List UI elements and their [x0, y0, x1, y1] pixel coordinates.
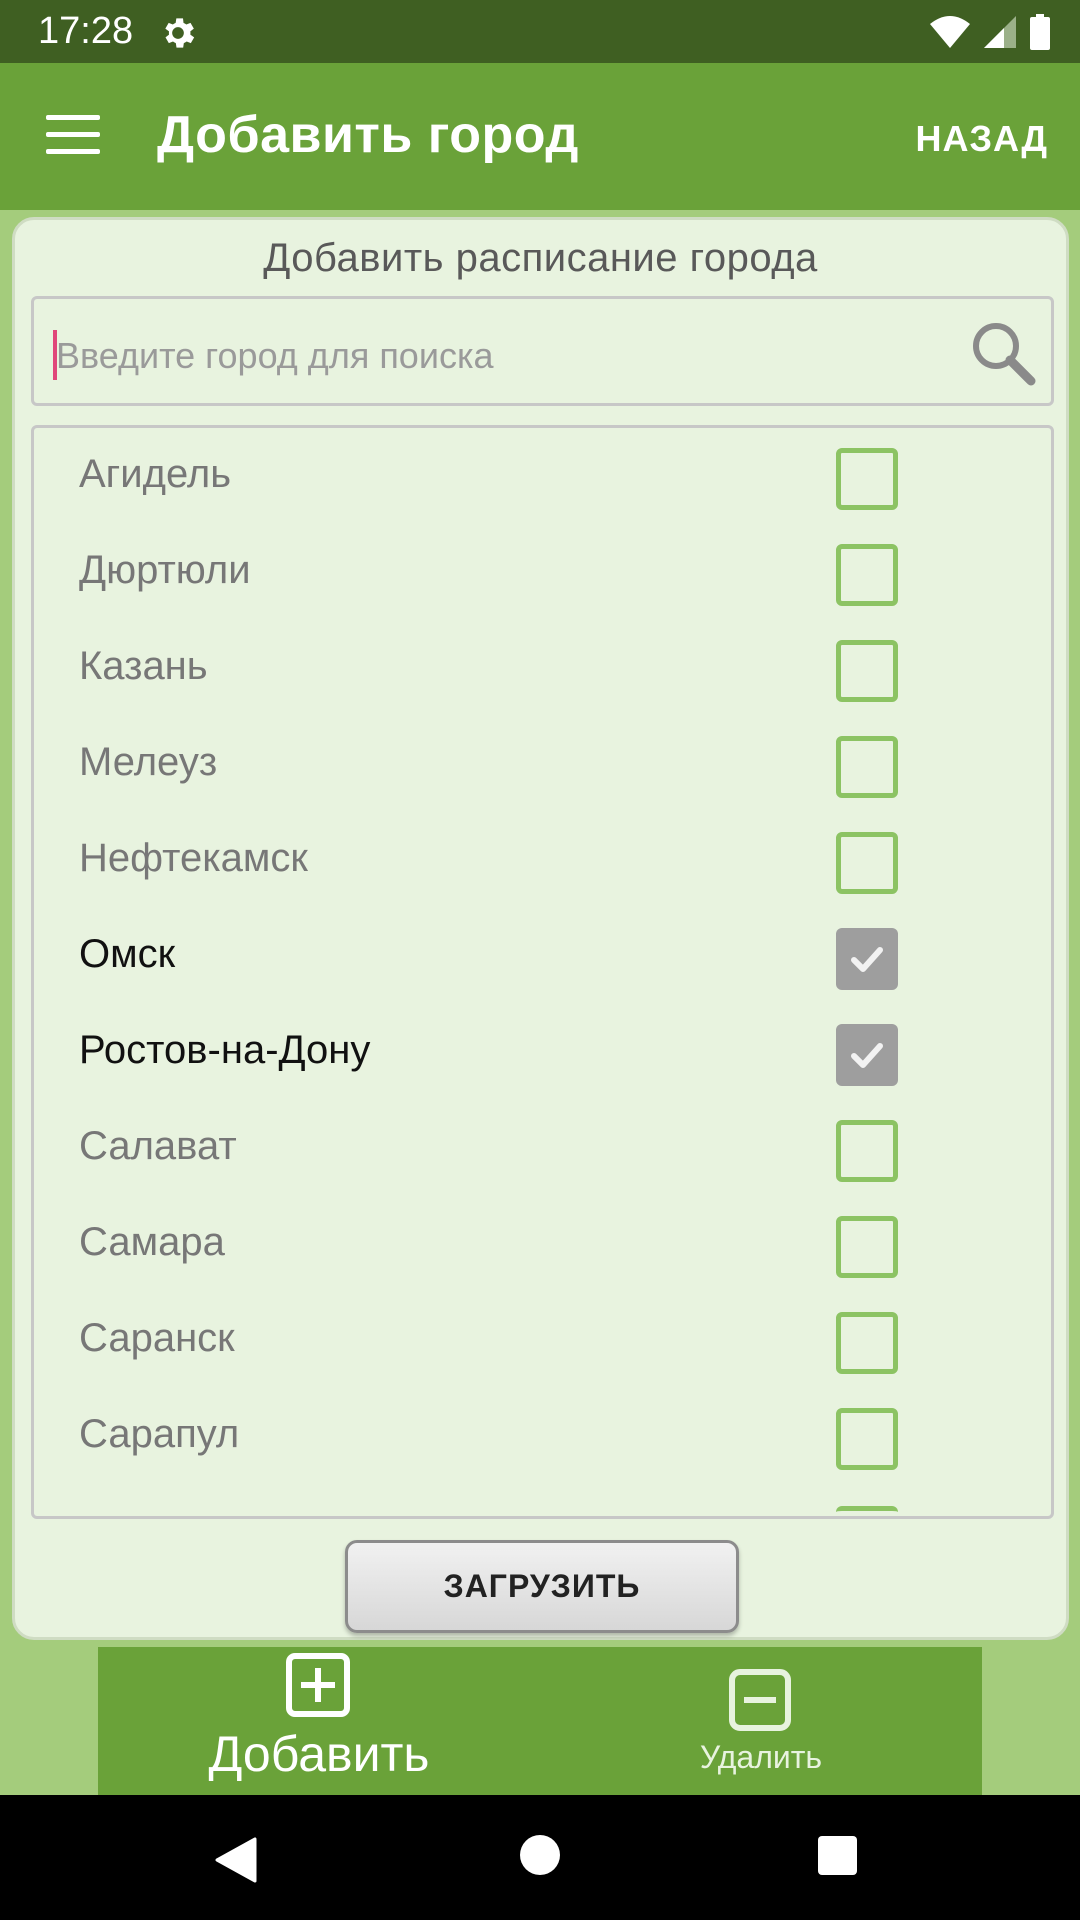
home-circle-icon[interactable] — [520, 1835, 560, 1875]
bottom-nav: Добавить Удалить — [98, 1647, 982, 1795]
remove-box-icon — [729, 1669, 791, 1731]
checkmark-icon — [851, 1043, 883, 1068]
app-bar: Добавить город НАЗАД — [0, 63, 1080, 210]
system-nav-bar — [0, 1795, 1080, 1920]
city-checkbox[interactable] — [836, 1216, 898, 1278]
city-checkbox[interactable] — [836, 736, 898, 798]
list-item[interactable]: Казань — [34, 620, 1051, 716]
back-triangle-icon[interactable] — [215, 1837, 257, 1883]
wifi-icon — [930, 16, 970, 48]
city-checkbox-checked[interactable] — [836, 1024, 898, 1086]
city-checkbox[interactable] — [836, 1312, 898, 1374]
list-item[interactable]: Агидель — [34, 428, 1051, 524]
city-checkbox[interactable] — [836, 544, 898, 606]
hamburger-menu-icon[interactable] — [46, 115, 100, 155]
city-checkbox[interactable] — [836, 1408, 898, 1470]
search-input[interactable]: Введите город для поиска — [31, 296, 1054, 406]
nav-add-button[interactable]: Добавить — [98, 1647, 540, 1795]
nav-delete-button[interactable]: Удалить — [540, 1647, 982, 1795]
city-name: Ростов-на-Дону — [79, 1028, 371, 1072]
add-city-card: Добавить расписание города Введите город… — [12, 217, 1069, 1640]
city-name: Казань — [79, 644, 208, 688]
list-item[interactable]: Саранск — [34, 1292, 1051, 1388]
page-title: Добавить город — [157, 106, 579, 164]
gear-icon — [165, 18, 195, 48]
city-name: Нефтекамск — [79, 836, 308, 880]
search-placeholder: Введите город для поиска — [56, 335, 494, 376]
city-name: Самара — [79, 1220, 225, 1264]
list-item[interactable]: Сарапул — [34, 1388, 1051, 1484]
city-name: Мелеуз — [79, 740, 218, 784]
checkmark-icon — [851, 947, 883, 972]
status-bar: 17:28 — [0, 0, 1080, 63]
city-checkbox[interactable] — [836, 640, 898, 702]
city-name: Дюртюли — [79, 548, 251, 592]
city-checkbox[interactable] — [836, 448, 898, 510]
next-checkbox-partial[interactable] — [836, 1506, 898, 1516]
city-name: Салават — [79, 1124, 237, 1168]
card-title: Добавить расписание города — [263, 236, 818, 280]
search-icon[interactable] — [969, 319, 1037, 387]
status-time: 17:28 — [38, 10, 134, 52]
battery-icon — [1030, 14, 1050, 50]
city-name: Омск — [79, 932, 176, 976]
city-checkbox-checked[interactable] — [836, 928, 898, 990]
city-checkbox[interactable] — [836, 832, 898, 894]
add-box-icon — [286, 1653, 350, 1717]
list-item[interactable]: Ростов-на-Дону — [34, 1004, 1051, 1100]
city-checkbox[interactable] — [836, 1120, 898, 1182]
list-item[interactable]: Самара — [34, 1196, 1051, 1292]
list-item[interactable]: Салават — [34, 1100, 1051, 1196]
list-item[interactable]: Дюртюли — [34, 524, 1051, 620]
city-name: Саранск — [79, 1316, 235, 1360]
nav-delete-label: Удалить — [699, 1739, 823, 1775]
city-name: Сарапул — [79, 1412, 240, 1456]
signal-icon — [984, 16, 1016, 48]
back-button[interactable]: НАЗАД — [915, 118, 1048, 160]
nav-add-label: Добавить — [208, 1726, 430, 1782]
list-item[interactable]: Мелеуз — [34, 716, 1051, 812]
list-item[interactable]: Омск — [34, 908, 1051, 1004]
list-item[interactable]: Нефтекамск — [34, 812, 1051, 908]
status-icons — [930, 12, 1050, 52]
city-list[interactable]: Агидель Дюртюли Казань Мелеуз Нефтекамск… — [31, 425, 1054, 1519]
recents-square-icon[interactable] — [818, 1836, 857, 1875]
load-button[interactable]: ЗАГРУЗИТЬ — [345, 1540, 739, 1633]
city-name: Агидель — [79, 452, 232, 496]
